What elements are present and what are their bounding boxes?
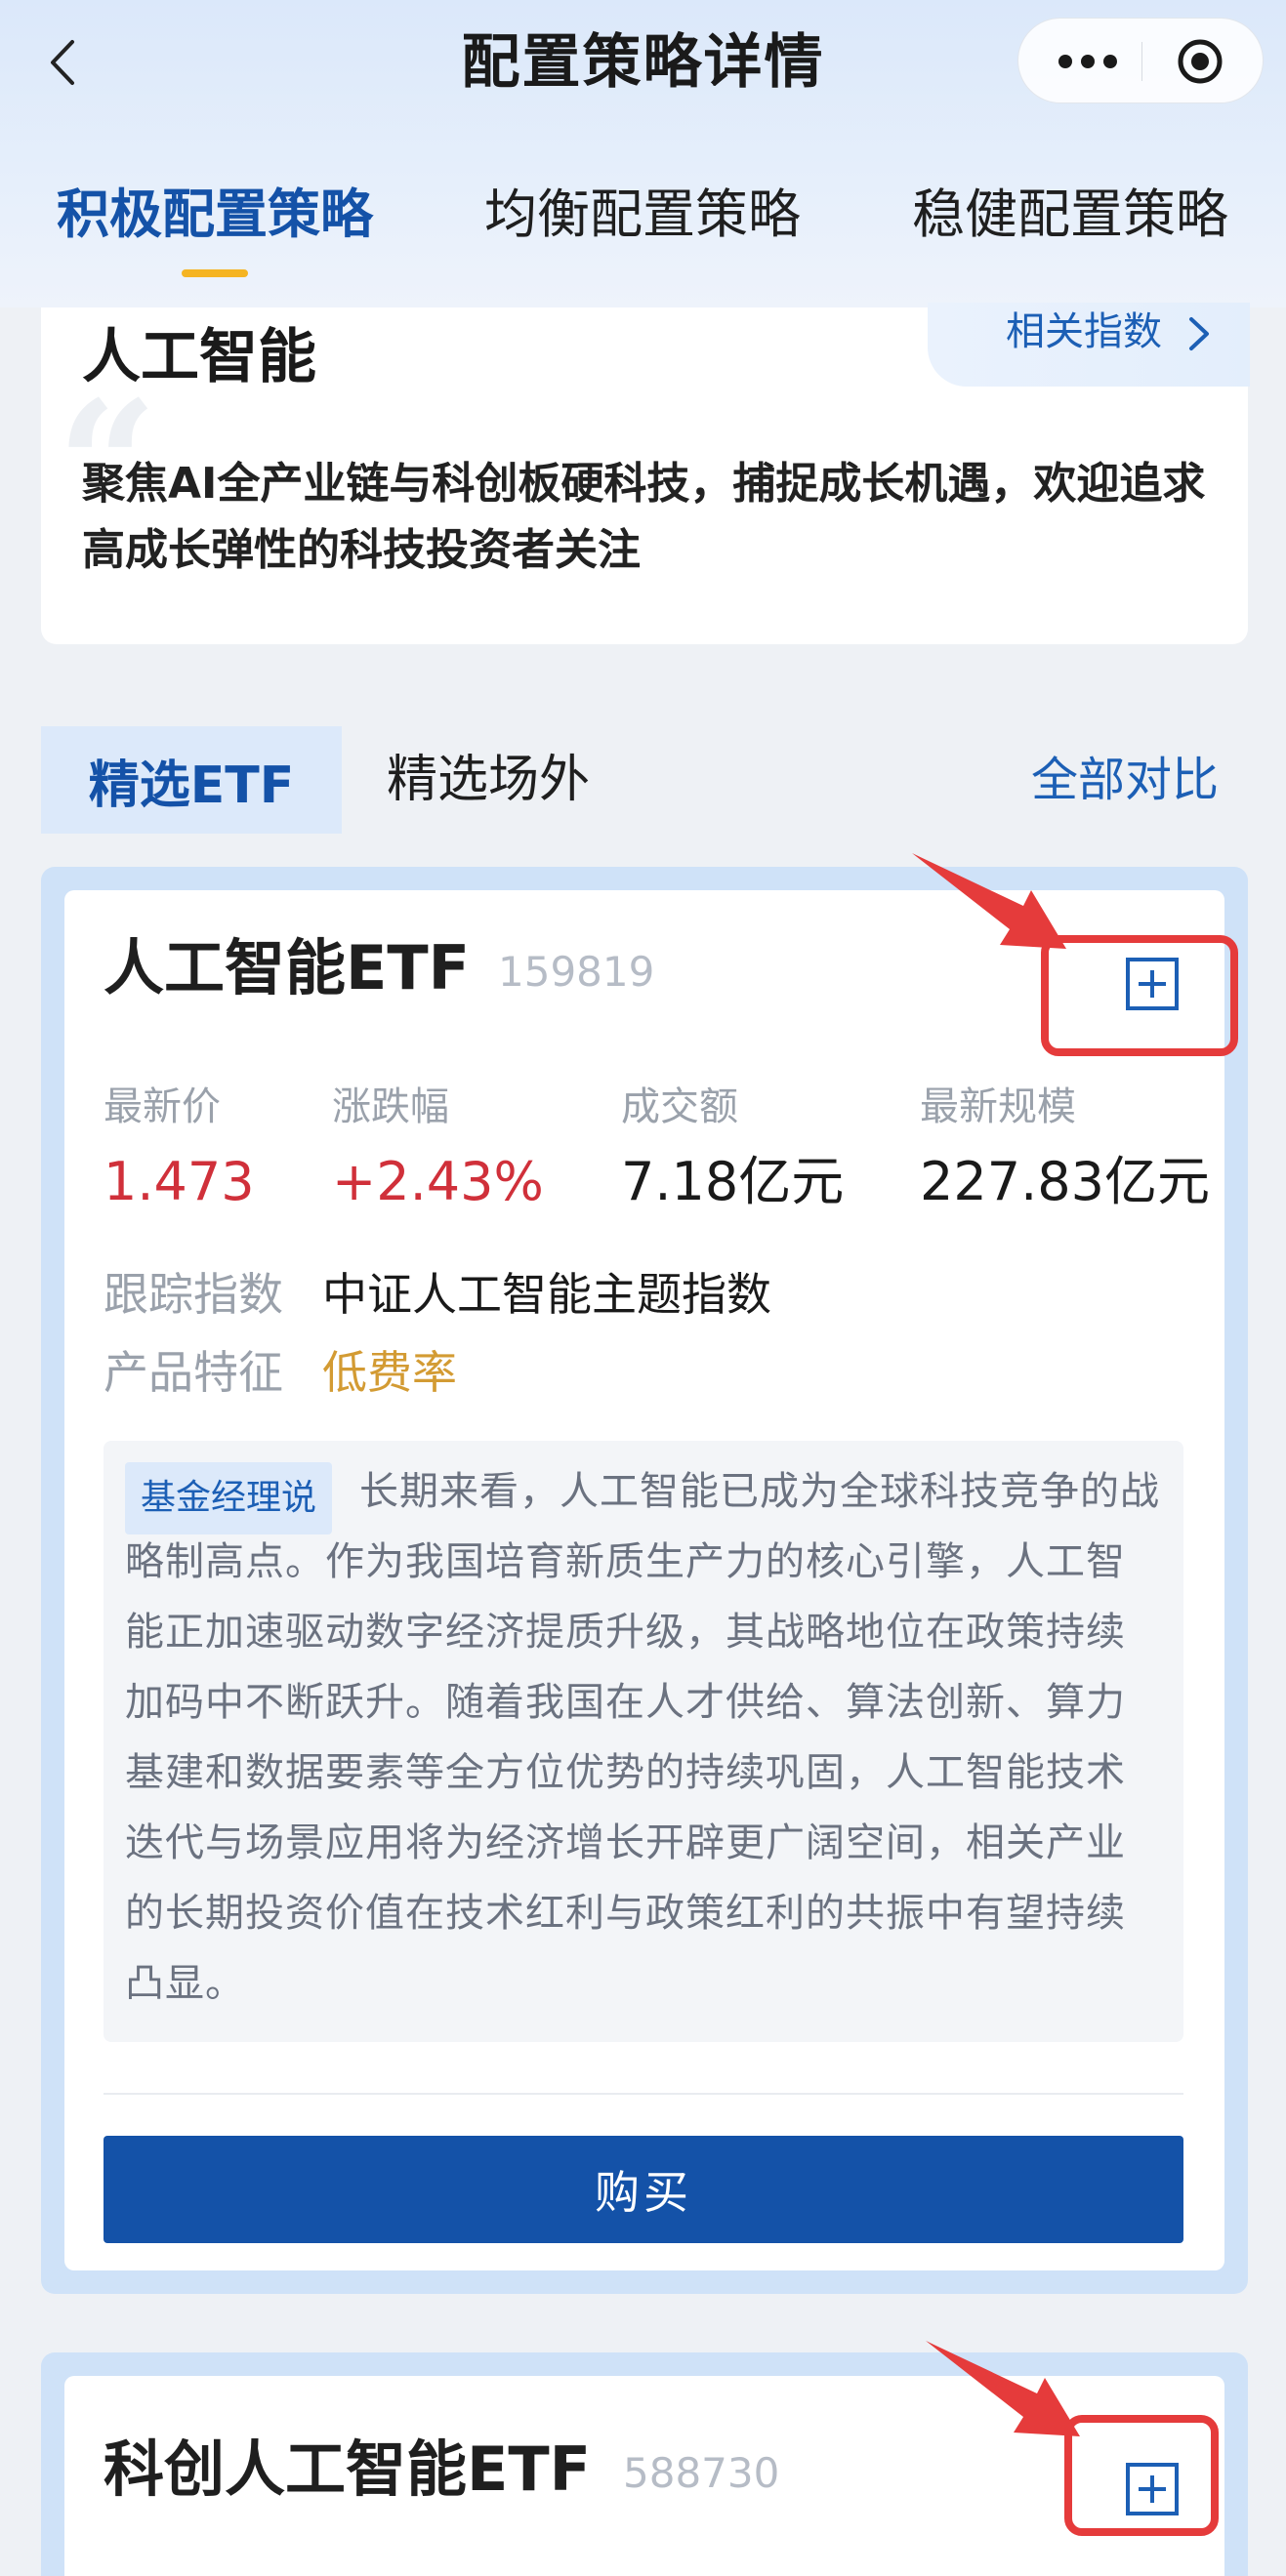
tab-selected-etf[interactable]: 精选ETF xyxy=(41,726,342,834)
more-dots-icon xyxy=(1058,55,1117,68)
product-feature-label: 产品特征 xyxy=(104,1346,283,1399)
fund-card-frame: 人工智能ETF 159819 最新价 涨跌幅 成交额 最新规模 1.473 +2… xyxy=(41,867,1248,2294)
annotation-arrow-icon xyxy=(926,2341,1080,2436)
manager-comment-text: 长期来看，人工智能已成为全球科技竞争的战略制高点。作为我国培育新质生产力的核心引… xyxy=(125,1469,1160,2006)
tab-selected-otc[interactable]: 精选场外 xyxy=(387,726,590,834)
mini-program-capsule xyxy=(1017,18,1264,103)
scale-label: 最新规模 xyxy=(920,1084,1076,1129)
card-divider xyxy=(104,2093,1183,2095)
fund-name: 科创人工智能ETF xyxy=(104,2433,591,2505)
tracking-index-label: 跟踪指数 xyxy=(104,1268,283,1321)
chevron-right-icon xyxy=(1189,317,1209,350)
active-tab-indicator xyxy=(182,269,248,277)
more-button[interactable] xyxy=(1054,42,1122,81)
product-feature-value: 低费率 xyxy=(322,1346,457,1399)
fund-code: 159819 xyxy=(498,948,655,996)
compare-all-link[interactable]: 全部对比 xyxy=(1031,726,1219,834)
latest-price-label: 最新价 xyxy=(104,1084,221,1129)
turnover-value: 7.18亿元 xyxy=(621,1151,845,1212)
tracking-index-value: 中证人工智能主题指数 xyxy=(322,1268,771,1321)
manager-comment-tag: 基金经理说 xyxy=(125,1462,332,1534)
buy-button[interactable]: 购买 xyxy=(104,2136,1183,2243)
manager-comment-box: 长期来看，人工智能已成为全球科技竞争的战略制高点。作为我国培育新质生产力的核心引… xyxy=(104,1441,1183,2042)
turnover-label: 成交额 xyxy=(621,1084,738,1129)
top-header: 配置策略详情 积极配置策略 均衡配置策略 稳健配置策略 xyxy=(0,0,1286,307)
change-pct-value: +2.43% xyxy=(332,1151,544,1212)
tab-conservative-strategy[interactable]: 稳健配置策略 xyxy=(912,176,1228,254)
target-close-icon xyxy=(1178,39,1223,84)
tab-aggressive-strategy[interactable]: 积极配置策略 xyxy=(57,176,373,254)
fund-code: 588730 xyxy=(623,2449,780,2497)
related-index-label: 相关指数 xyxy=(1006,309,1162,354)
annotation-arrow-icon xyxy=(912,853,1066,949)
close-mini-program-button[interactable] xyxy=(1177,38,1224,85)
latest-price-value: 1.473 xyxy=(104,1151,255,1212)
scale-value: 227.83亿元 xyxy=(920,1151,1210,1212)
fund-name: 人工智能ETF xyxy=(104,932,470,1003)
capsule-divider xyxy=(1141,42,1142,81)
tab-balanced-strategy[interactable]: 均衡配置策略 xyxy=(484,176,801,254)
change-pct-label: 涨跌幅 xyxy=(332,1084,449,1129)
strategy-description: 聚焦AI全产业链与科创板硬科技，捕捉成长机遇，欢迎追求高成长弹性的科技投资者关注 xyxy=(82,459,1206,575)
related-index-link[interactable]: 相关指数 xyxy=(928,303,1250,387)
fund-card: 人工智能ETF 159819 最新价 涨跌幅 成交额 最新规模 1.473 +2… xyxy=(64,890,1224,2270)
